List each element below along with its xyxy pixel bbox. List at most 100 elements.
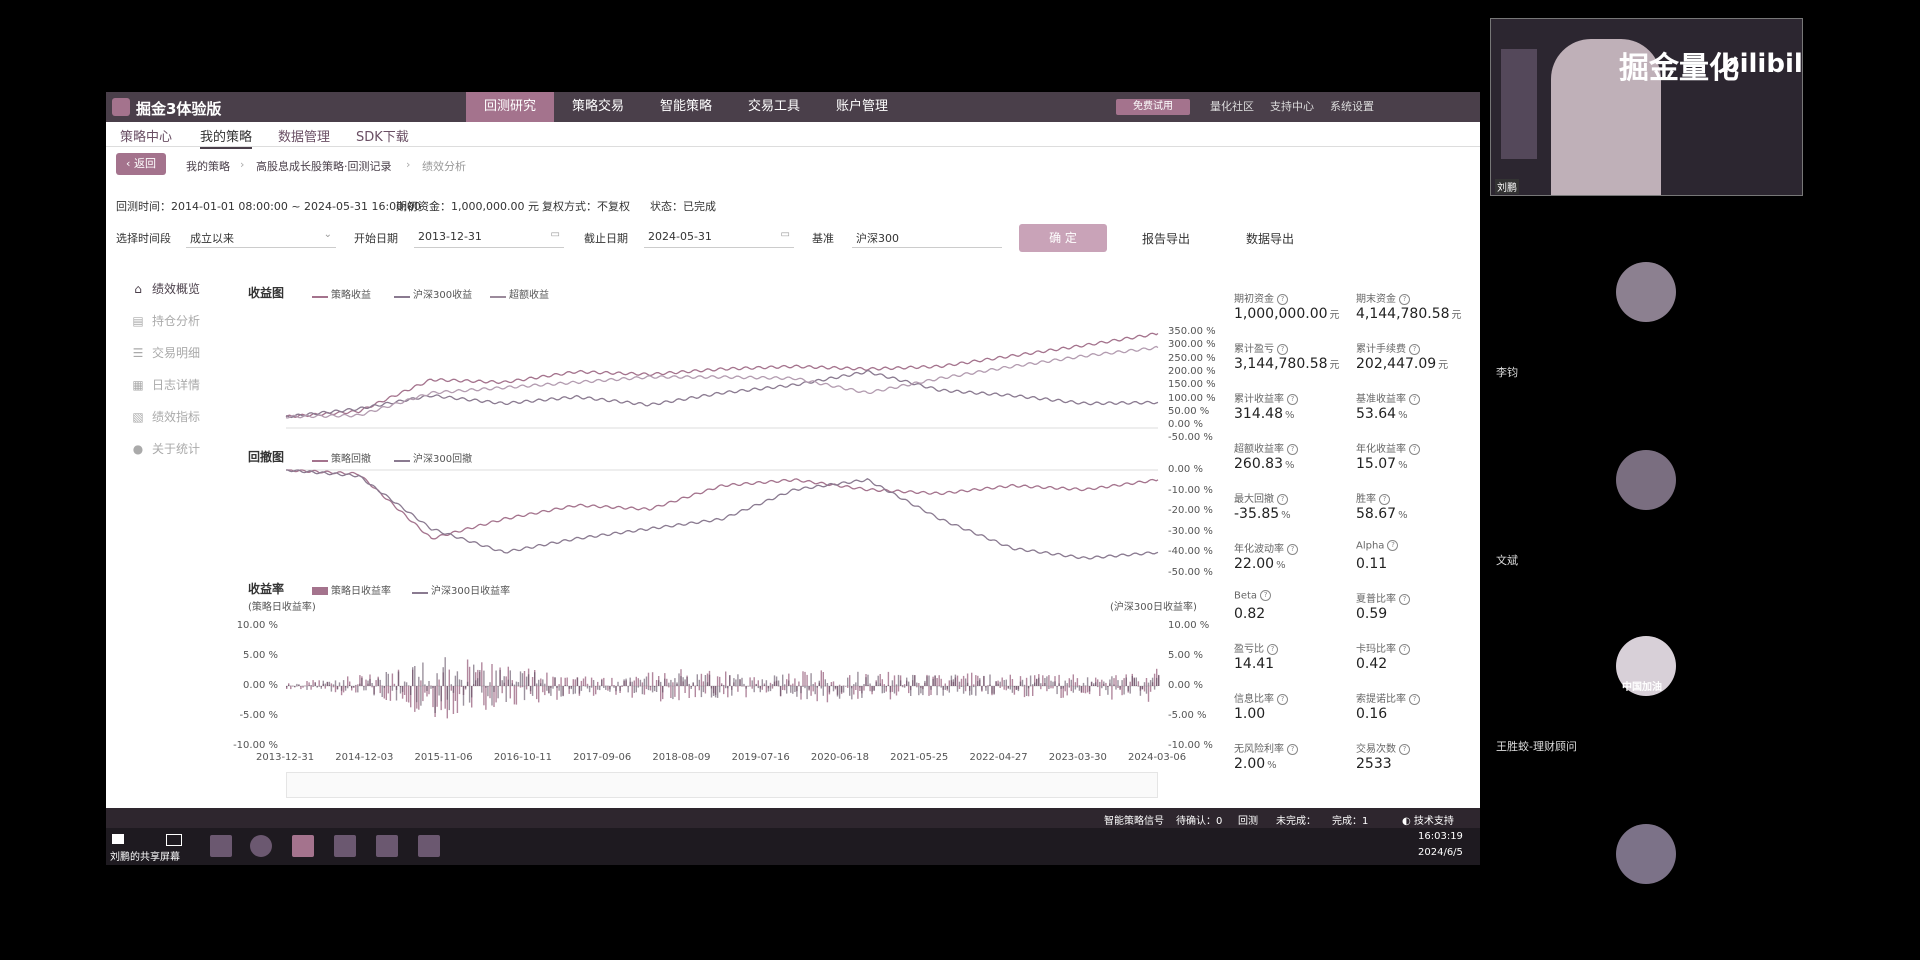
help-icon[interactable]: ? — [1287, 543, 1298, 555]
metric-label: 夏普比率? — [1356, 590, 1410, 605]
daily-bar — [773, 675, 776, 686]
daily-bar — [1058, 683, 1060, 686]
avatar-li[interactable] — [1616, 262, 1676, 322]
help-icon[interactable]: ? — [1399, 593, 1410, 605]
daily-bar — [944, 686, 946, 690]
help-icon[interactable]: ? — [1277, 493, 1288, 505]
daily-bar — [375, 686, 377, 687]
help-icon[interactable]: ? — [1409, 343, 1420, 355]
browser-icon[interactable] — [250, 835, 272, 857]
avatar-guest[interactable] — [1616, 824, 1676, 884]
windows-icon[interactable] — [112, 834, 124, 844]
image-icon[interactable] — [376, 835, 398, 857]
presenter-video[interactable]: 掘金量化 bilibili 刘鹏 — [1490, 18, 1803, 196]
daily-bar — [290, 686, 292, 690]
daily-bar — [889, 686, 892, 693]
help-icon[interactable]: ? — [1387, 540, 1399, 551]
daily-bar — [471, 686, 473, 698]
metric-value: 53.64% — [1356, 406, 1408, 422]
avatar-wen[interactable] — [1616, 450, 1676, 510]
daily-bar — [544, 683, 546, 686]
metric-unit: % — [1285, 410, 1295, 421]
daily-bar — [786, 686, 788, 694]
daily-bar — [956, 675, 959, 686]
help-icon[interactable]: ? — [1267, 643, 1278, 655]
daily-bar — [847, 686, 849, 688]
daily-bar — [1060, 686, 1062, 689]
daily-bar — [792, 686, 794, 694]
help-icon[interactable]: ? — [1287, 443, 1298, 455]
daily-bar — [995, 681, 997, 686]
help-icon[interactable]: ? — [1287, 393, 1298, 405]
help-icon[interactable]: ? — [1409, 693, 1420, 705]
returns-series-2 — [285, 345, 1159, 419]
daily-bar — [672, 682, 674, 686]
daily-bar — [688, 686, 690, 698]
chat-icon[interactable] — [292, 835, 314, 857]
daily-bar — [430, 685, 432, 686]
help-icon[interactable]: ? — [1399, 643, 1410, 655]
pending-label: 待确认：0 — [1176, 816, 1223, 827]
daily-bar — [1040, 686, 1042, 690]
daily-bar — [1127, 686, 1129, 692]
help-icon[interactable]: ? — [1379, 493, 1390, 505]
daily-ytick-right: 0.00 % — [1168, 680, 1203, 691]
daily-bar — [1084, 685, 1087, 686]
daily-bar — [1158, 674, 1160, 686]
daily-bar — [647, 672, 650, 686]
drawdown-ytick: -40.00 % — [1168, 546, 1213, 557]
daily-bar — [556, 686, 558, 700]
daily-bar — [983, 675, 985, 686]
daily-bar — [379, 679, 381, 686]
daily-bar — [863, 684, 865, 686]
daily-bar — [397, 671, 400, 686]
chart-range-slider[interactable] — [286, 772, 1158, 798]
app-icon[interactable] — [210, 835, 232, 857]
daily-bar — [344, 686, 347, 691]
daily-bar — [1068, 678, 1070, 686]
support-button[interactable]: ◐ 技术支持 — [1402, 812, 1454, 827]
status-bar: 智能策略信号 待确认：0 回测 未完成： 完成：1 ◐ 技术支持 — [106, 808, 1480, 828]
daily-bar — [387, 673, 389, 686]
help-icon[interactable]: ? — [1277, 343, 1288, 355]
daily-bar — [922, 686, 924, 696]
daily-bar — [658, 680, 660, 686]
daily-bar — [928, 675, 930, 686]
daily-bar — [1034, 682, 1036, 686]
help-icon[interactable]: ? — [1260, 590, 1272, 601]
daily-bar — [725, 686, 727, 689]
daily-bar — [349, 685, 351, 686]
screen-icon[interactable] — [166, 834, 182, 846]
daily-bar — [684, 686, 686, 693]
daily-bar — [576, 677, 579, 686]
daily-bar — [1040, 683, 1042, 686]
daily-bar — [355, 686, 357, 693]
help-icon[interactable]: ? — [1409, 443, 1420, 455]
help-icon[interactable]: ? — [1287, 743, 1298, 755]
daily-bar — [450, 684, 452, 686]
daily-bar — [832, 686, 835, 692]
daily-bar — [928, 686, 930, 696]
daily-bar — [680, 676, 682, 686]
file-icon[interactable] — [334, 835, 356, 857]
drawdown-ytick: -20.00 % — [1168, 505, 1213, 516]
daily-bar — [1115, 686, 1117, 690]
daily-bar — [855, 686, 857, 690]
daily-bar — [651, 672, 654, 686]
daily-bar — [916, 686, 918, 688]
daily-bar — [1046, 676, 1048, 686]
daily-bar — [1153, 673, 1156, 686]
photo-icon[interactable] — [418, 835, 440, 857]
help-icon[interactable]: ? — [1277, 693, 1288, 705]
daily-bar — [1133, 678, 1135, 686]
help-icon[interactable]: ? — [1409, 393, 1420, 405]
daily-bar — [885, 686, 887, 688]
daily-bar — [489, 682, 491, 686]
daily-bar — [820, 686, 822, 689]
help-icon[interactable]: ? — [1277, 293, 1288, 305]
daily-bar — [340, 686, 343, 691]
help-icon[interactable]: ? — [1399, 293, 1410, 305]
x-tick: 2021-05-25 — [890, 752, 949, 763]
help-icon[interactable]: ? — [1399, 743, 1410, 755]
avatar-wang[interactable]: 中国加油 — [1616, 636, 1676, 696]
